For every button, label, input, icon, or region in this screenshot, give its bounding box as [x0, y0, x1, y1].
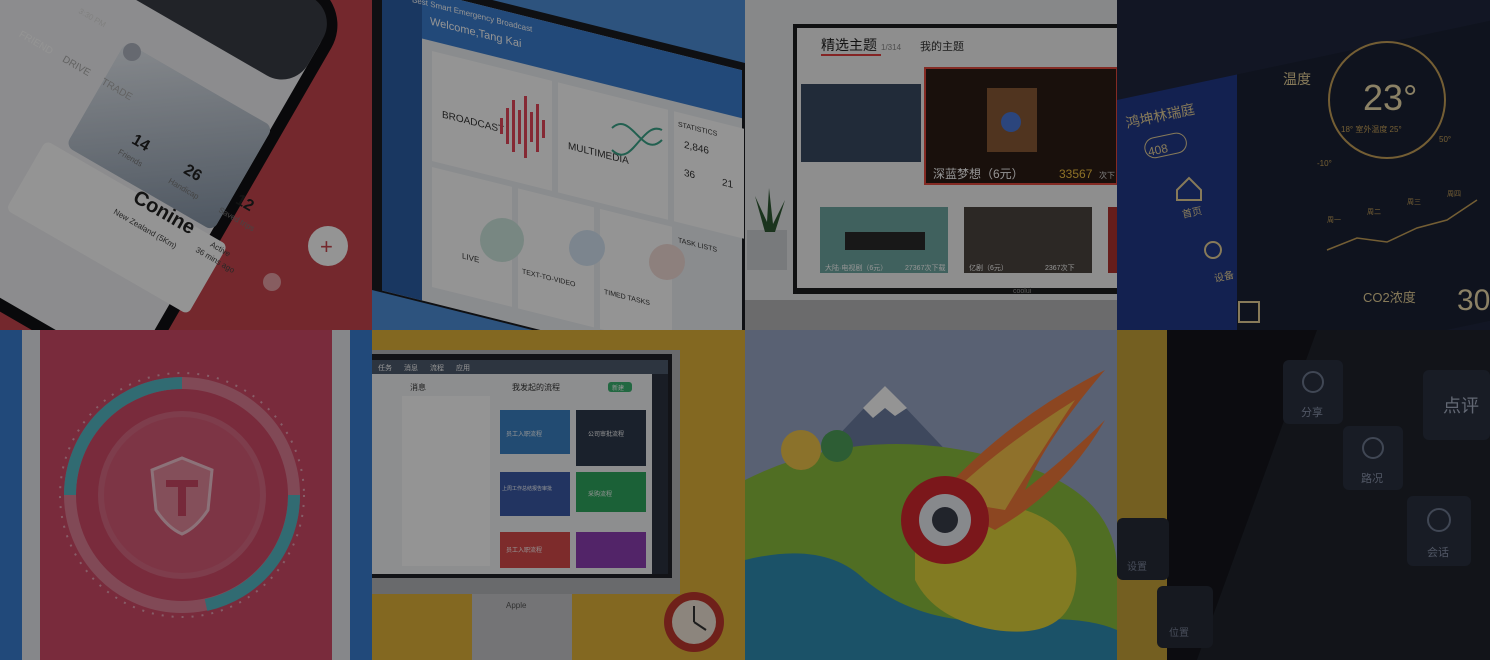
flow-card-1-title: 员工入职流程 [506, 430, 542, 438]
co2-label: CO2浓度 [1363, 290, 1416, 305]
card-label-3: 亿剧（6元） [969, 263, 1008, 272]
tile-shield[interactable] [0, 330, 372, 660]
temperature-label: 温度 [1283, 71, 1311, 87]
theme-preview[interactable] [801, 84, 921, 162]
theme-card-2[interactable] [964, 207, 1092, 273]
tile-tv-themes[interactable]: 精选主题 1/314 我的主题 深蓝梦想（6元） 33567 次下 大陆·电视剧… [745, 0, 1117, 330]
flow-card-5-title: 员工入职流程 [506, 546, 542, 554]
tile-dark-keys[interactable]: 分享 路况 会话 点评 设置 位置 [1117, 330, 1490, 660]
alarm-clock-icon [664, 592, 724, 652]
key-share-label: 分享 [1301, 405, 1323, 419]
menu-message[interactable]: 消息 [404, 363, 418, 372]
card-label-2: 27367次下载 [905, 263, 945, 272]
tile-smart-panel[interactable]: 鸿坤林瑞庭 408 首页 设备 温度 23° 18° 室外温度 25° -10°… [1117, 0, 1490, 330]
plus-icon: + [320, 234, 333, 259]
tab-selected-themes[interactable]: 精选主题 [821, 37, 877, 53]
list-title: 消息 [410, 382, 426, 392]
hourglass-icon [649, 244, 685, 280]
play-icon[interactable] [1001, 112, 1021, 132]
featured-count: 33567 [1059, 167, 1093, 181]
portfolio-grid: 14 Friends 26 Handicap 12 Saved trips Co… [0, 0, 1490, 660]
card-label-4: 2367次下 [1045, 263, 1075, 272]
board-title: 我发起的流程 [512, 382, 560, 392]
key-chat[interactable]: 会话 [1407, 496, 1471, 566]
tab-my-themes[interactable]: 我的主题 [920, 39, 964, 53]
gauge-min: -10° [1317, 159, 1332, 168]
key-share[interactable]: 分享 [1283, 360, 1343, 424]
heart-icon[interactable] [263, 273, 281, 291]
theme-card-3[interactable] [1108, 207, 1117, 273]
featured-count-suffix: 次下 [1099, 170, 1115, 180]
tile-phone-app[interactable]: 14 Friends 26 Handicap 12 Saved trips Co… [0, 0, 372, 330]
menu-flow[interactable]: 流程 [430, 363, 444, 372]
new-button-label: 新建 [612, 384, 624, 392]
text-video-icon [569, 230, 605, 266]
flow-card-3[interactable] [500, 472, 570, 516]
key-traffic-label: 路况 [1361, 472, 1383, 485]
gauge-max: 50° [1439, 135, 1451, 144]
co2-value: 30 [1457, 284, 1490, 317]
key-settings-label: 设置 [1127, 561, 1147, 573]
apple-logo: Apple [506, 601, 527, 610]
card-label-1: 大陆·电视剧（6元） [825, 263, 887, 272]
key-chat-label: 会话 [1427, 546, 1449, 559]
flow-card-2[interactable] [576, 410, 646, 466]
temperature-range: 18° 室外温度 25° [1341, 124, 1402, 134]
menu-app[interactable]: 应用 [456, 363, 470, 372]
tile-illustration [745, 330, 1117, 660]
microphone-icon [480, 218, 524, 262]
chart-day-4: 周四 [1447, 190, 1461, 198]
tv-brand: coolui [1013, 288, 1032, 295]
key-review-label: 点评 [1443, 396, 1479, 416]
flow-card-4-title: 采购流程 [588, 490, 612, 498]
temperature-value: 23° [1363, 77, 1417, 118]
tile-broadcast-dashboard[interactable]: Best Smart Emergency Broadcast Welcome,T… [372, 0, 745, 330]
menu-task[interactable]: 任务 [378, 363, 392, 372]
chart-day-1: 周一 [1327, 216, 1341, 224]
key-traffic[interactable]: 路况 [1343, 426, 1403, 490]
flow-card-3-title: 上周工作总结报告审批 [502, 485, 552, 492]
tile-desktop-workflow[interactable]: 任务 消息 流程 应用 消息 我发起的流程 新建 员工入职流程 公司审批流程 上… [372, 330, 745, 660]
key-location-label: 位置 [1169, 626, 1189, 639]
key-location[interactable]: 位置 [1157, 586, 1213, 648]
chart-day-3: 周三 [1407, 198, 1421, 206]
tab-count: 1/314 [881, 43, 902, 52]
avatar [123, 43, 141, 61]
flow-card-2-title: 公司审批流程 [588, 430, 624, 438]
chart-day-2: 周二 [1367, 208, 1381, 216]
key-review[interactable]: 点评 [1423, 370, 1490, 440]
featured-name: 深蓝梦想（6元） [933, 166, 1024, 181]
key-settings[interactable]: 设置 [1117, 518, 1169, 580]
